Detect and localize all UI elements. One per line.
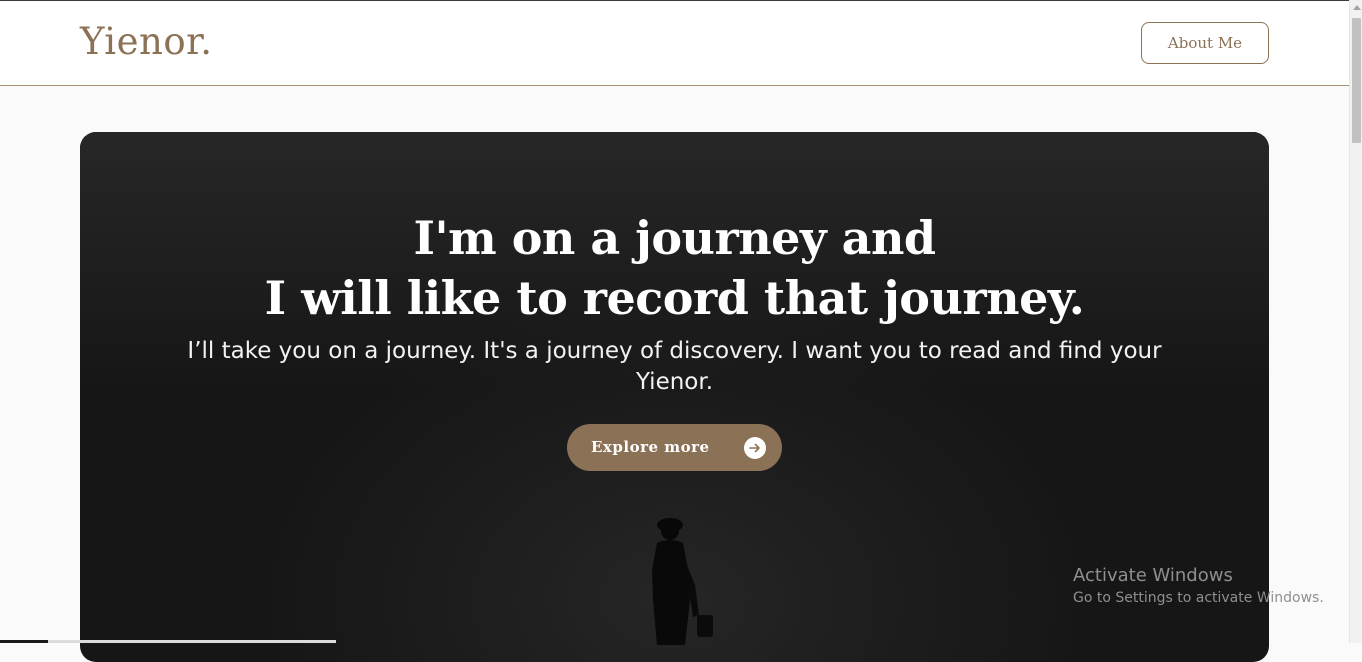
- explore-more-label: Explore more: [591, 438, 710, 456]
- activate-windows-watermark: Activate Windows Go to Settings to activ…: [1073, 565, 1324, 608]
- hero-title-line-2: I will like to record that journey.: [264, 271, 1085, 325]
- scroll-up-arrow-icon[interactable]: [1353, 5, 1361, 10]
- hero-title: I'm on a journey and I will like to reco…: [80, 208, 1269, 328]
- hero-title-line-1: I'm on a journey and: [413, 211, 936, 265]
- walking-person-silhouette: [652, 518, 713, 645]
- site-logo[interactable]: Yienor.: [80, 20, 213, 63]
- site-header: Yienor. About Me: [0, 1, 1349, 86]
- scrollbar-thumb[interactable]: [1352, 18, 1361, 143]
- about-me-button[interactable]: About Me: [1141, 22, 1269, 64]
- watermark-subtitle: Go to Settings to activate Windows.: [1073, 590, 1324, 606]
- arrow-right-icon: [744, 437, 766, 459]
- hero-subtitle: I’ll take you on a journey. It's a journ…: [187, 338, 1162, 395]
- watermark-title: Activate Windows: [1073, 565, 1233, 586]
- vertical-scrollbar[interactable]: [1349, 0, 1362, 643]
- explore-more-button[interactable]: Explore more: [567, 424, 782, 471]
